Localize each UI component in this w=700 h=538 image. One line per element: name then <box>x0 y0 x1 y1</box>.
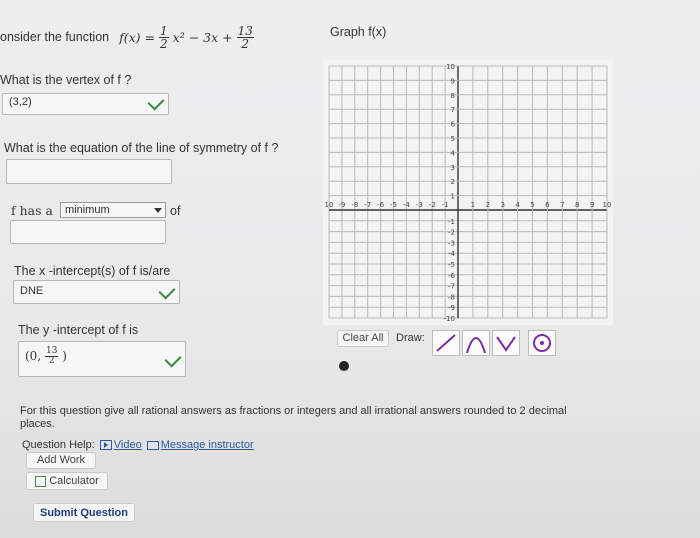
calculator-label: Calculator <box>49 475 99 487</box>
y-tick-label: -3 <box>448 239 455 247</box>
submit-question-button[interactable]: Submit Question <box>33 503 135 522</box>
chevron-down-icon <box>154 208 162 213</box>
vertex-question: What is the vertex of f ? <box>0 73 132 87</box>
minmax-value-field[interactable] <box>10 220 166 244</box>
x-tick-label: -7 <box>364 201 371 209</box>
x-tick-label: 1 <box>471 201 475 209</box>
question-help-label: Question Help: <box>22 439 95 451</box>
message-instructor-link[interactable]: Message instructor <box>146 439 254 451</box>
y-tick-label: 7 <box>451 106 455 114</box>
y-tick-label: 8 <box>451 92 455 100</box>
clear-all-button[interactable]: Clear All <box>337 330 389 347</box>
y-tick-label: 5 <box>451 135 455 143</box>
y-tick-label: 1 <box>451 193 455 201</box>
absolute-value-tool-icon <box>496 336 516 352</box>
instructions-text: For this question give all rational answ… <box>20 405 567 430</box>
y-tick-label: -1 <box>448 218 455 226</box>
line-tool-icon <box>436 334 456 352</box>
add-work-button[interactable]: Add Work <box>26 452 96 469</box>
y-tick-label: -6 <box>448 272 456 280</box>
x-tick-label: 7 <box>560 201 564 209</box>
function-name: f(x) = <box>119 29 155 45</box>
video-icon <box>99 440 112 450</box>
x-tick-label: 4 <box>515 201 520 209</box>
y-tick-label: -2 <box>448 229 455 237</box>
x-tick-label: -5 <box>390 201 397 209</box>
x-tick-label: -6 <box>377 201 385 209</box>
vertex-answer-value: (3,2) <box>9 96 32 108</box>
y-tick-label: -9 <box>448 304 455 312</box>
message-instructor-label: Message instructor <box>160 439 254 451</box>
x-tick-label: 9 <box>590 201 594 209</box>
x-squared-term: x² <box>172 29 185 45</box>
graph-canvas[interactable]: 10 -9 -8 -7 -6 -5 -4 -3 -2 -1 1 2 3 4 5 6 7 8 9 10 10987654… <box>323 60 613 325</box>
x-tick-label: 10 <box>325 201 334 209</box>
y-intercept-question-text: The y -intercept of f is <box>18 323 139 337</box>
y-tick-label: 9 <box>451 77 455 85</box>
x-tick-label: 8 <box>575 201 579 209</box>
circle-tool-icon <box>533 334 551 352</box>
correct-check-icon <box>164 350 182 368</box>
minmax-select[interactable]: minimum <box>60 202 166 218</box>
x-tick-label: -9 <box>338 201 345 209</box>
parabola-tool[interactable] <box>462 330 490 356</box>
y-tick-label: 6 <box>451 121 456 129</box>
y-tick-label: -7 <box>448 283 455 291</box>
y-tick-label: -10 <box>444 315 455 323</box>
fraction-13-2: 13 2 <box>236 23 254 51</box>
x-intercept-answer-field[interactable]: DNE <box>13 280 180 304</box>
minmax-selected-value: minimum <box>65 204 110 216</box>
y-tick-label: 3 <box>451 164 455 172</box>
problem-statement: onsider the function f(x) = 12 x² − 3x +… <box>0 22 254 52</box>
y-intercept-answer-field[interactable]: (0, 13 2 ) <box>18 341 186 377</box>
problem-prefix: onsider the function <box>0 30 110 44</box>
video-link-label: Video <box>113 439 142 451</box>
x-intercept-question: The x -intercept(s) of f is/are <box>14 264 171 278</box>
symmetry-answer-field[interactable] <box>6 159 172 184</box>
x-tick-label: -3 <box>416 201 423 209</box>
y-tick-label: 4 <box>451 149 456 157</box>
calculator-icon <box>35 475 47 487</box>
minmax-label-post: of <box>170 204 181 218</box>
minmax-label-pre: f has a <box>11 203 53 218</box>
y-tick-label: -5 <box>448 261 455 269</box>
x-tick-label: -2 <box>429 201 436 209</box>
y-tick-label: 10 <box>446 63 455 71</box>
absolute-value-tool[interactable] <box>492 330 520 356</box>
calculator-button[interactable]: Calculator <box>26 472 108 490</box>
parabola-tool-icon <box>466 337 486 354</box>
envelope-icon <box>146 440 159 450</box>
x-tick-label: 3 <box>500 201 504 209</box>
linear-term: − 3x + <box>188 29 233 45</box>
y-tick-label: 2 <box>451 178 455 186</box>
x-tick-label: 10 <box>603 201 612 209</box>
x-tick-label: 5 <box>530 201 534 209</box>
x-tick-label: -1 <box>442 201 449 209</box>
draw-label: Draw: <box>396 332 425 344</box>
vertex-answer-field[interactable]: (3,2) <box>2 93 169 115</box>
graph-title: Graph f(x) <box>330 25 387 39</box>
x-tick-label: -8 <box>351 201 358 209</box>
correct-check-icon <box>147 93 165 111</box>
y-intercept-answer-value: (0, 13 2 ) <box>25 346 67 366</box>
correct-check-icon <box>158 282 176 300</box>
symmetry-question: What is the equation of the line of symm… <box>4 141 279 155</box>
x-intercept-answer-value: DNE <box>20 285 44 297</box>
fraction-one-half: 12 <box>159 23 169 51</box>
circle-tool[interactable] <box>528 330 556 356</box>
question-help: Question Help: Video Message instructor <box>22 439 254 451</box>
y-tick-label: -8 <box>448 293 455 301</box>
video-link[interactable]: Video <box>99 439 142 451</box>
point-tool-dot[interactable] <box>339 361 349 371</box>
line-tool[interactable] <box>432 330 460 356</box>
y-tick-label: -4 <box>448 250 456 258</box>
minmax-pre-text: f has a <box>11 203 53 218</box>
x-tick-label: 2 <box>486 201 490 209</box>
x-tick-label: -4 <box>403 201 411 209</box>
x-tick-label: 6 <box>545 201 550 209</box>
